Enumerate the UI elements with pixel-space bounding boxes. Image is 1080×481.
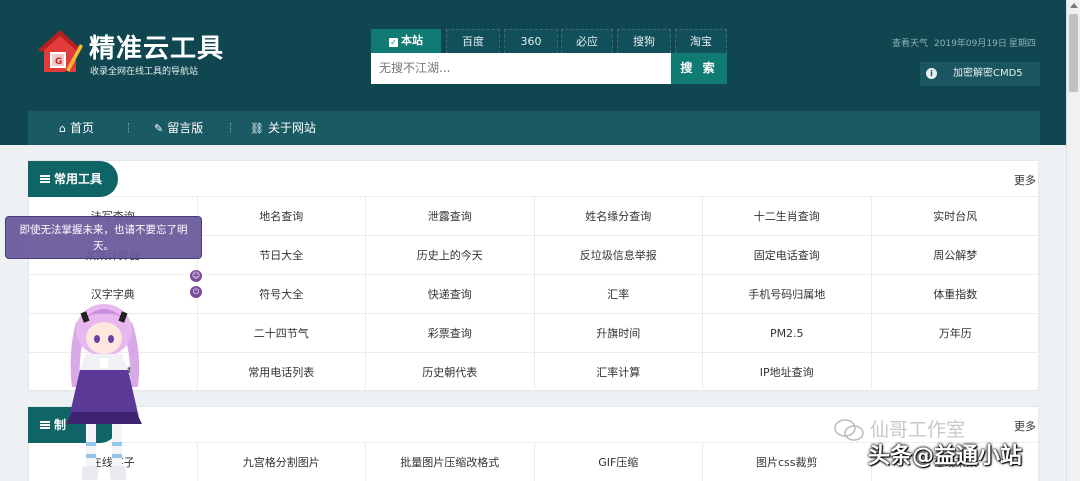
tool-link[interactable]: 升旗时间 <box>534 314 703 353</box>
tool-link[interactable]: 历史朝代表 <box>366 353 535 392</box>
search-button[interactable]: 搜 索 <box>671 53 727 84</box>
search-tab-baidu[interactable]: 百度 <box>446 29 500 53</box>
checkbox-checked-icon: ✓ <box>389 38 398 47</box>
tool-link[interactable]: 九宫格分割图片 <box>198 443 366 481</box>
weather-date: 查看天气 2019年09月19日 星期四 <box>892 36 1042 49</box>
tool-link[interactable]: 泄露查询 <box>366 197 535 236</box>
current-date: 2019年09月19日 <box>934 39 1007 49</box>
search-tab-360[interactable]: 360 <box>504 29 558 53</box>
mascot-speech-bubble: 即使无法掌握未来，也请不要忘了明天。 <box>5 216 202 259</box>
tool-link[interactable]: 实时台风 <box>871 197 1040 236</box>
tool-link[interactable]: 符号大全 <box>197 275 366 314</box>
info-icon: i <box>926 68 937 79</box>
search-tab-taobao[interactable]: 淘宝 <box>675 29 727 53</box>
main-nav: ⌂ 首页 ✎ 留言版 ⛓ 关于网站 <box>28 111 1040 145</box>
house-pencil-logo-icon: G <box>38 30 83 74</box>
site-logo[interactable]: G 精准云工具 收录全网在线工具的导航站 <box>36 26 236 78</box>
tool-link[interactable]: 周公解梦 <box>871 236 1040 275</box>
tool-link[interactable]: 批量图片压缩改格式 <box>366 443 535 481</box>
weather-link[interactable]: 查看天气 <box>892 39 928 49</box>
tool-link[interactable]: PM2.5 <box>703 314 872 353</box>
tool-link[interactable]: 十二生肖查询 <box>703 197 872 236</box>
link-icon: ⛓ <box>250 122 264 135</box>
tool-link[interactable]: 姓名缘分查询 <box>534 197 703 236</box>
page-scrollbar[interactable] <box>1066 0 1080 481</box>
tool-link[interactable]: GIF压缩 <box>535 443 703 481</box>
tool-link[interactable]: IP地址查询 <box>703 353 872 392</box>
scroll-thumb[interactable] <box>1069 14 1078 92</box>
cmd5-label: 加密解密CMD5 <box>953 68 1023 79</box>
site-subtitle: 收录全网在线工具的导航站 <box>90 67 199 77</box>
wechat-icon <box>834 419 864 441</box>
tool-link[interactable]: 快递查询 <box>366 275 535 314</box>
nav-divider <box>230 123 232 133</box>
search-tab-sogou[interactable]: 搜狗 <box>617 29 671 53</box>
search-tab-bing[interactable]: 必应 <box>561 29 613 53</box>
current-weekday: 星期四 <box>1008 39 1036 49</box>
site-title: 精准云工具 <box>89 34 225 64</box>
tool-link[interactable]: 图片css裁剪 <box>703 443 872 481</box>
tool-link[interactable]: 历史上的今天 <box>366 236 535 275</box>
tool-link[interactable]: 节日大全 <box>197 236 366 275</box>
scroll-up-arrow-icon[interactable] <box>1070 3 1078 8</box>
site-header: G 精准云工具 收录全网在线工具的导航站 ✓ 本站 百度 360 必应 搜狗 淘宝… <box>0 0 1066 145</box>
section-header: 常用工具 更多 <box>28 161 1038 197</box>
mascot-power-icon[interactable]: ⏻ <box>190 286 202 298</box>
section-common-tools: 常用工具 更多 法写查询地名查询泄露查询姓名缘分查询十二生肖查询实时台风某某计算… <box>28 160 1040 392</box>
nav-item-guestbook[interactable]: ✎ 留言版 <box>154 111 203 145</box>
tool-link[interactable]: 手机号码归属地 <box>703 275 872 314</box>
tool-link[interactable]: 体重指数 <box>871 275 1040 314</box>
tool-link[interactable]: 常用电话列表 <box>197 353 366 392</box>
more-link[interactable]: 更多 <box>1014 172 1036 188</box>
anime-mascot-image <box>66 304 142 480</box>
tool-link[interactable]: 彩票查询 <box>366 314 535 353</box>
more-link[interactable]: 更多 <box>1014 418 1036 434</box>
tool-link[interactable]: 万年历 <box>871 314 1040 353</box>
svg-text:G: G <box>55 57 62 67</box>
section-title: 常用工具 <box>28 161 118 197</box>
home-icon: ⌂ <box>59 122 66 135</box>
search-input[interactable] <box>371 53 671 84</box>
search-tab-site[interactable]: ✓ 本站 <box>371 29 441 53</box>
tool-link[interactable]: 固定电话查询 <box>703 236 872 275</box>
menu-bars-icon <box>40 421 50 429</box>
cmd5-button[interactable]: i 加密解密CMD5 <box>920 62 1040 86</box>
nav-item-home[interactable]: ⌂ 首页 <box>59 111 94 145</box>
watermark-author: 头条@益通小站 <box>868 444 1023 469</box>
tool-link[interactable]: 地名查询 <box>197 197 366 236</box>
nav-divider <box>128 123 130 133</box>
nav-item-about[interactable]: ⛓ 关于网站 <box>250 111 316 145</box>
tool-link[interactable]: 汇率 <box>534 275 703 314</box>
tool-link[interactable]: 二十四节气 <box>197 314 366 353</box>
menu-bars-icon <box>40 175 50 183</box>
tool-link[interactable]: 反垃圾信息举报 <box>534 236 703 275</box>
tool-link[interactable]: 汇率计算 <box>534 353 703 392</box>
edit-icon: ✎ <box>154 122 164 135</box>
mascot-chat-icon[interactable]: ☺ <box>190 270 202 282</box>
